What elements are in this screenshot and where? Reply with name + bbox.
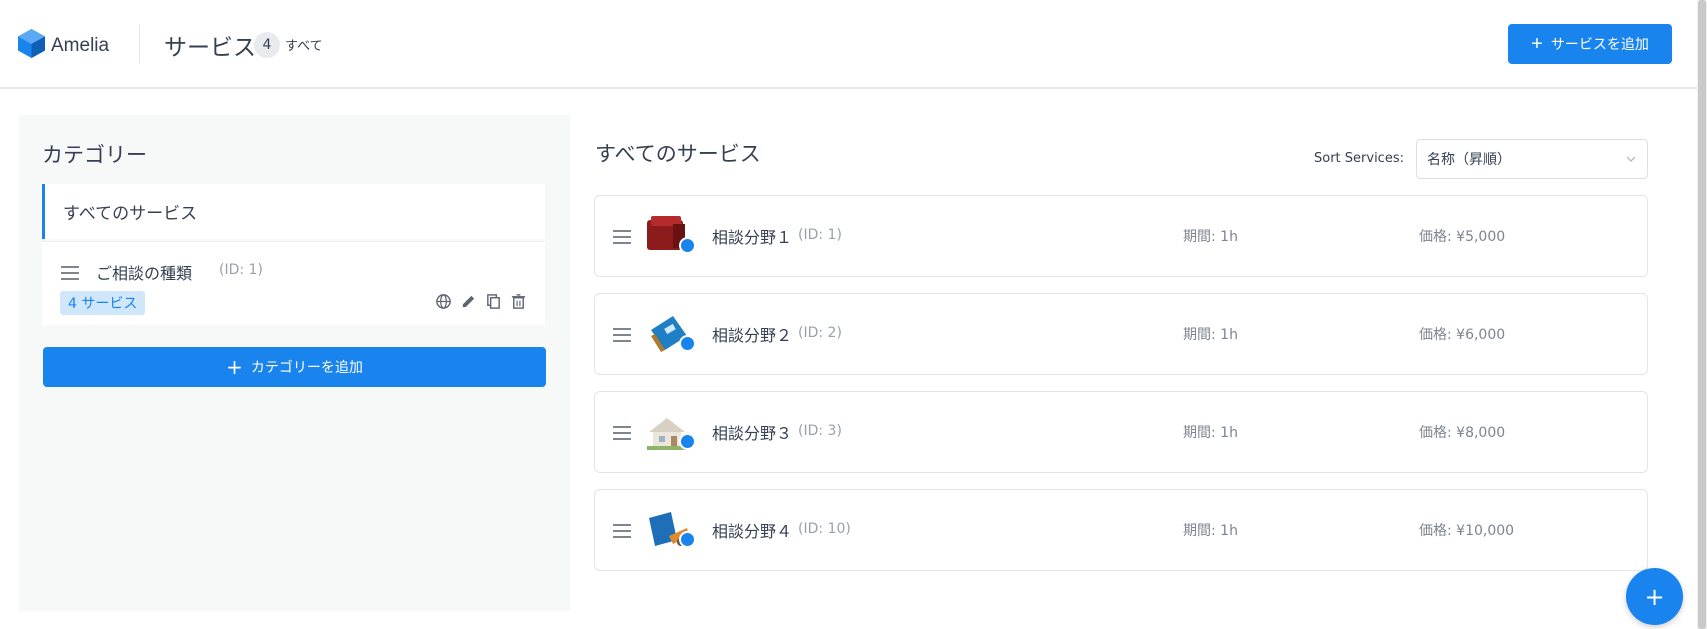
services-title: すべてのサービス	[595, 142, 761, 166]
edit-pencil-icon[interactable]	[460, 293, 477, 310]
service-row[interactable]: 相談分野３ (ID: 3) 期間: 1h 価格: ¥8,000	[594, 391, 1648, 473]
drag-handle-icon[interactable]	[613, 524, 631, 538]
drag-handle-icon[interactable]	[613, 230, 631, 244]
add-service-button[interactable]: + サービスを追加	[1508, 24, 1672, 64]
service-id: (ID: 3)	[798, 423, 842, 439]
service-price: 価格: ¥5,000	[1419, 229, 1506, 245]
drag-handle-icon[interactable]	[613, 426, 631, 440]
service-color-dot	[679, 237, 696, 254]
service-name: 相談分野４	[712, 522, 793, 541]
service-color-dot	[679, 433, 696, 450]
service-duration: 期間: 1h	[1183, 327, 1238, 343]
scrollbar-thumb[interactable]	[1698, 0, 1706, 629]
service-id: (ID: 1)	[798, 227, 842, 243]
service-name: 相談分野２	[712, 326, 793, 345]
header-divider	[139, 25, 140, 63]
category-actions	[435, 293, 527, 310]
service-id: (ID: 10)	[798, 521, 851, 537]
service-color-dot	[679, 335, 696, 352]
duplicate-icon[interactable]	[485, 293, 502, 310]
service-price: 価格: ¥6,000	[1419, 327, 1506, 343]
drag-handle-icon[interactable]	[613, 328, 631, 342]
service-name: 相談分野１	[712, 228, 793, 247]
service-duration: 期間: 1h	[1183, 523, 1238, 539]
all-services-category[interactable]: すべてのサービス	[42, 184, 545, 239]
service-id: (ID: 2)	[798, 325, 842, 341]
service-color-dot	[679, 531, 696, 548]
trash-icon[interactable]	[510, 293, 527, 310]
category-name: ご相談の種類	[96, 264, 193, 283]
add-category-label: カテゴリーを追加	[250, 360, 363, 376]
sort-select-value: 名称（昇順）	[1427, 152, 1511, 168]
category-service-count-badge: 4 サービス	[60, 291, 146, 315]
add-category-button[interactable]: + カテゴリーを追加	[43, 347, 546, 387]
sort-label: Sort Services:	[1314, 151, 1404, 166]
service-row[interactable]: 相談分野１ (ID: 1) 期間: 1h 価格: ¥5,000	[594, 195, 1648, 277]
service-price: 価格: ¥8,000	[1419, 425, 1506, 441]
service-count-label: すべて	[285, 39, 323, 54]
service-row[interactable]: 相談分野４ (ID: 10) 期間: 1h 価格: ¥10,000	[594, 489, 1648, 571]
category-item[interactable]: ご相談の種類 (ID: 1) 4 サービス	[42, 241, 545, 325]
chevron-down-icon	[1625, 153, 1637, 165]
plus-icon: +	[226, 355, 243, 379]
globe-icon[interactable]	[435, 293, 452, 310]
sort-select[interactable]: 名称（昇順）	[1416, 139, 1648, 179]
service-row[interactable]: 相談分野２ (ID: 2) 期間: 1h 価格: ¥6,000	[594, 293, 1648, 375]
plus-icon: +	[1531, 33, 1543, 55]
service-name: 相談分野３	[712, 424, 793, 443]
plus-icon: +	[1644, 582, 1665, 611]
top-header: Amelia サービス 4 すべて + サービスを追加	[0, 0, 1697, 89]
amelia-logo-icon	[18, 29, 45, 62]
categories-panel: カテゴリー すべてのサービス ご相談の種類 (ID: 1) 4 サービス + カ…	[19, 115, 570, 611]
page-title: サービス	[164, 35, 256, 61]
amelia-logo[interactable]: Amelia	[18, 29, 109, 62]
category-id: (ID: 1)	[219, 262, 263, 278]
service-price: 価格: ¥10,000	[1419, 523, 1515, 539]
categories-title: カテゴリー	[42, 143, 147, 167]
service-duration: 期間: 1h	[1183, 425, 1238, 441]
logo-text: Amelia	[51, 34, 110, 56]
add-service-label: サービスを追加	[1550, 36, 1649, 52]
floating-add-button[interactable]: +	[1626, 568, 1683, 625]
service-duration: 期間: 1h	[1183, 229, 1238, 245]
service-count-badge: 4	[254, 32, 280, 58]
drag-handle-icon[interactable]	[61, 266, 79, 280]
